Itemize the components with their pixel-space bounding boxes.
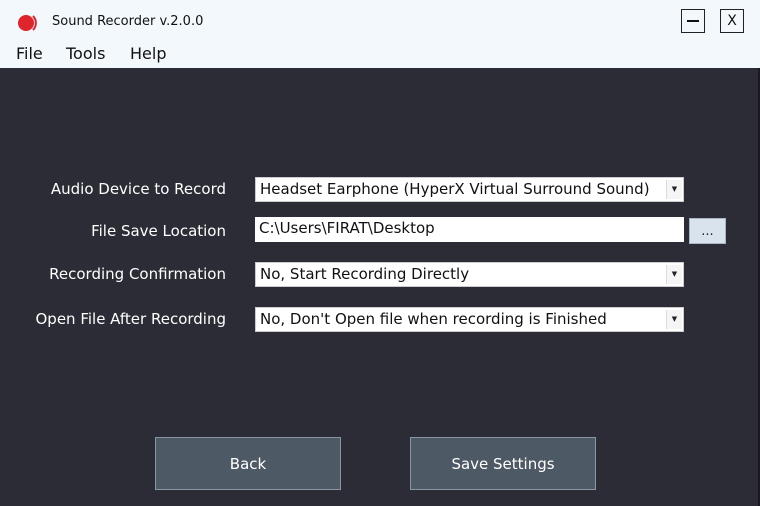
chevron-down-icon[interactable]: ▼ (666, 265, 682, 284)
menu-tools[interactable]: Tools (66, 44, 105, 63)
title-bar: Sound Recorder v.2.0.0 X File Tools Help (0, 0, 760, 68)
recording-confirmation-value: No, Start Recording Directly (260, 265, 470, 283)
audio-device-select[interactable]: Headset Earphone (HyperX Virtual Surroun… (255, 177, 684, 202)
recording-confirmation-select[interactable]: No, Start Recording Directly ▼ (255, 262, 684, 287)
window-title: Sound Recorder v.2.0.0 (52, 14, 204, 29)
open-file-after-value: No, Don't Open file when recording is Fi… (260, 310, 607, 328)
audio-device-value: Headset Earphone (HyperX Virtual Surroun… (260, 180, 650, 198)
minimize-button[interactable] (681, 9, 705, 33)
open-file-after-label: Open File After Recording (35, 310, 226, 328)
recording-confirmation-label: Recording Confirmation (49, 265, 226, 283)
open-file-after-select[interactable]: No, Don't Open file when recording is Fi… (255, 307, 684, 332)
minimize-icon (687, 20, 699, 22)
back-button[interactable]: Back (155, 437, 341, 490)
file-save-location-label: File Save Location (91, 222, 226, 240)
audio-device-label: Audio Device to Record (50, 180, 226, 198)
file-save-location-input[interactable]: C:\Users\FIRAT\Desktop (255, 217, 684, 242)
browse-button[interactable]: ... (689, 218, 726, 244)
save-settings-button[interactable]: Save Settings (410, 437, 596, 490)
menu-file[interactable]: File (16, 44, 43, 63)
chevron-down-icon[interactable]: ▼ (666, 310, 682, 329)
record-icon (18, 15, 37, 31)
chevron-down-icon[interactable]: ▼ (666, 180, 682, 199)
close-button[interactable]: X (720, 9, 744, 33)
menu-help[interactable]: Help (130, 44, 166, 63)
